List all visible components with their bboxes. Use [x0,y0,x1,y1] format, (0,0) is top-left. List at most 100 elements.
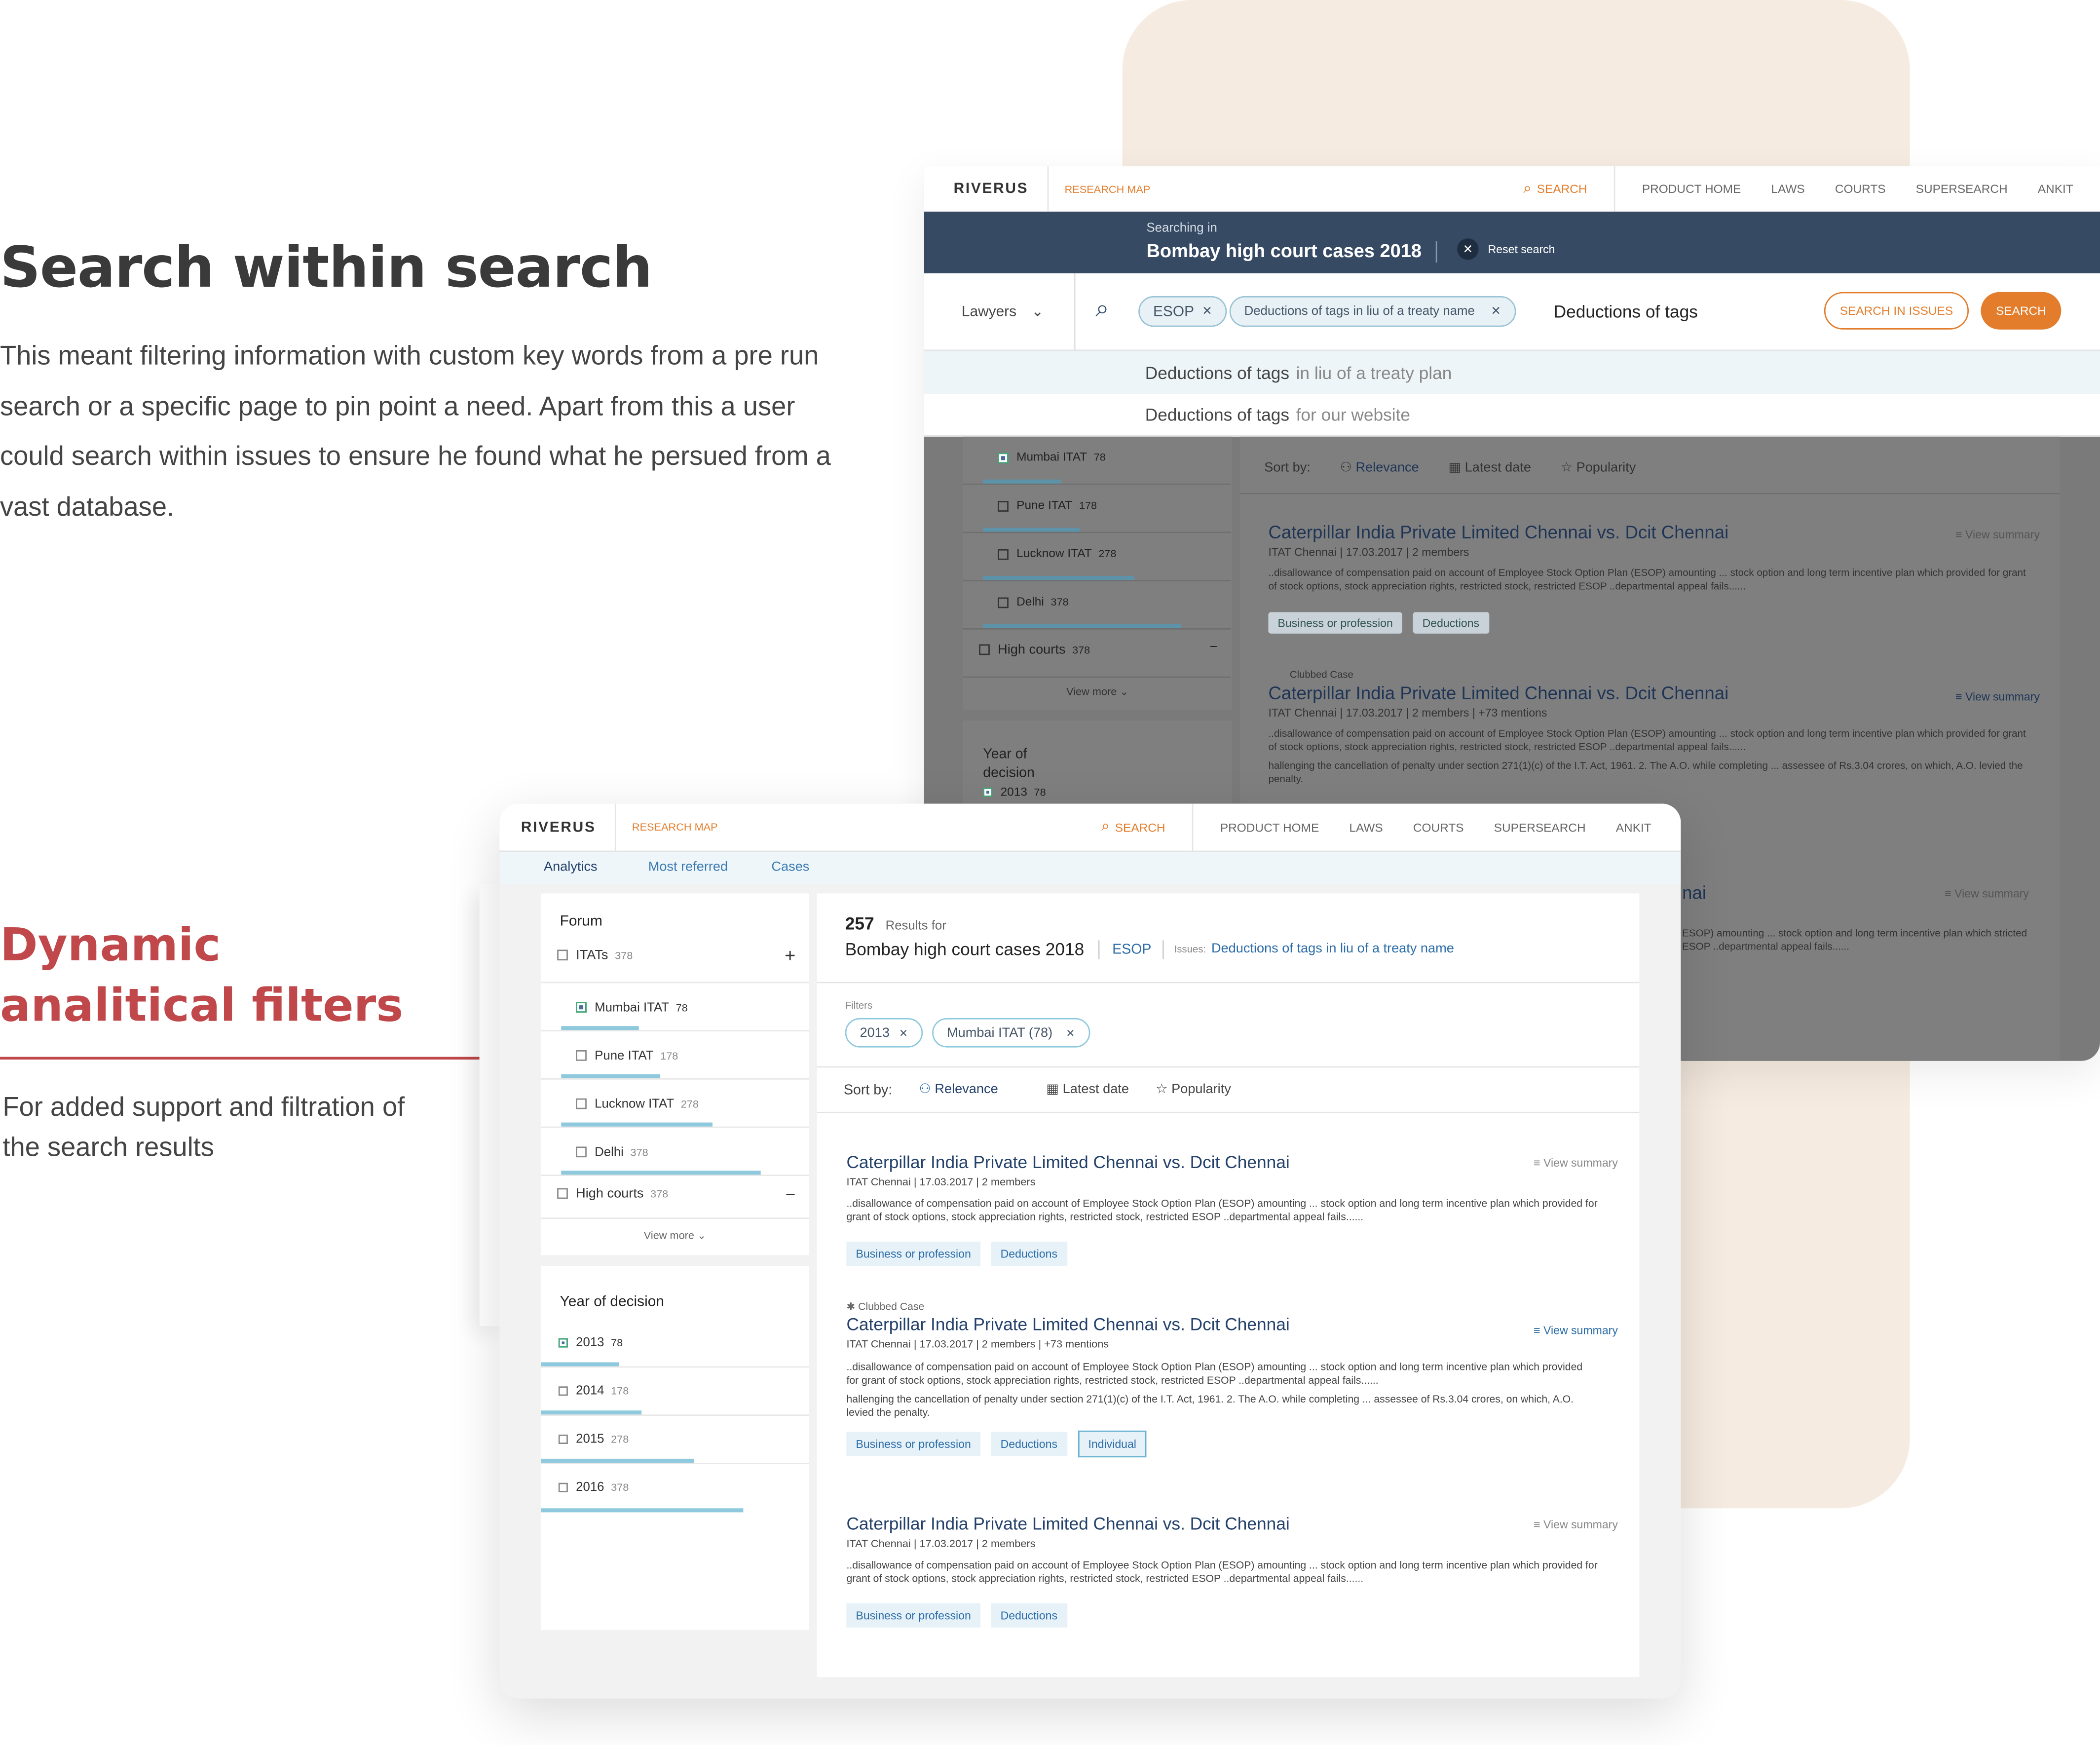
nav-courts[interactable]: COURTS [1413,821,1464,834]
tag-deductions[interactable]: Deductions [991,1242,1067,1266]
year-row[interactable]: 2013 78 [541,1320,809,1368]
active-filter-chip[interactable]: 2013 ✕ [845,1018,923,1048]
nav-search[interactable]: SEARCH [1115,821,1165,834]
checkbox[interactable] [557,1188,568,1200]
active-filter-chip[interactable]: Mumbai ITAT (78) ✕ [932,1018,1090,1048]
lawyers-dropdown[interactable]: Lawyers ⌄ [962,303,1044,320]
search-button[interactable]: SEARCH [1981,292,2062,330]
close-icon[interactable]: ✕ [1457,238,1479,260]
filter-row[interactable]: Pune ITAT 178 [541,1031,809,1080]
tag-deductions[interactable]: Deductions [1413,612,1489,634]
nav-user[interactable]: ANKIT [2038,182,2073,195]
nav-product-home[interactable]: PRODUCT HOME [1220,821,1319,834]
collapse-icon[interactable]: − [786,1184,796,1204]
checkbox[interactable] [557,950,568,961]
sort-relevance[interactable]: ⚇ Relevance [919,1082,998,1099]
filter-row[interactable]: Lucknow ITAT 278 [963,533,1231,582]
checkbox[interactable] [979,645,990,656]
result-title-fragment[interactable]: nai [1682,883,1706,903]
checkbox[interactable] [576,1002,587,1014]
result-title[interactable]: Caterpillar India Private Limited Chenna… [1268,683,2039,703]
nav-research-map[interactable]: RESEARCH MAP [1065,183,1151,195]
esop-filter[interactable]: ESOP [1112,941,1151,957]
view-more-link[interactable]: View more ⌄ [541,1230,809,1242]
year-row[interactable]: 2016 378 [541,1464,809,1513]
nav-courts[interactable]: COURTS [1835,182,1886,195]
suggestion-item[interactable]: Deductions of tags in liu of a treaty pla… [924,351,2100,394]
result-item[interactable]: Caterpillar India Private Limited Chenna… [846,1152,1618,1266]
filter-row-itats[interactable]: ITATs 378 + [541,936,809,984]
view-summary-link[interactable]: ≡ View summary [1534,1517,1618,1531]
checkbox[interactable] [576,1147,587,1158]
riverus-logo[interactable]: RIVERUS [954,181,1029,197]
checkbox[interactable] [576,1051,587,1062]
filter-row-high-courts[interactable]: High courts 378 − [541,1176,809,1219]
close-icon[interactable]: ✕ [1202,304,1212,319]
year-row[interactable]: 2014 178 [541,1367,809,1416]
result-title[interactable]: Caterpillar India Private Limited Chenna… [846,1152,1617,1172]
checkbox[interactable] [558,1434,568,1444]
result-title[interactable]: Caterpillar India Private Limited Chenna… [1268,523,2039,543]
tag-business[interactable]: Business or profession [846,1432,980,1456]
checkbox[interactable] [998,452,1009,463]
nav-research-map[interactable]: RESEARCH MAP [632,821,718,833]
result-title[interactable]: Caterpillar India Private Limited Chenna… [846,1514,1617,1534]
reset-search-link[interactable]: Reset search [1488,242,1555,256]
checkbox[interactable] [558,1386,568,1396]
checkbox[interactable] [558,1482,568,1492]
suggestion-item[interactable]: Deductions of tags for our website [924,394,2100,437]
tab-cases[interactable]: Cases [771,860,809,875]
filter-row[interactable]: Pune ITAT 178 [963,485,1231,533]
checkbox[interactable] [576,1099,587,1110]
nav-user[interactable]: ANKIT [1616,821,1651,834]
filter-row-high-courts[interactable]: High courts 378 − [963,630,1231,678]
issues-value[interactable]: Deductions of tags in liu of a treaty na… [1211,942,1454,956]
sort-popularity[interactable]: ☆ Popularity [1156,1082,1231,1099]
filter-row[interactable]: Lucknow ITAT 278 [541,1080,809,1128]
tag-business[interactable]: Business or profession [1268,612,1402,634]
sort-popularity[interactable]: ☆ Popularity [1561,461,1636,476]
nav-search[interactable]: SEARCH [1537,182,1587,195]
tag-business[interactable]: Business or profession [846,1242,980,1266]
sort-latest-date[interactable]: ▦ Latest date [1448,461,1531,476]
close-icon[interactable]: ✕ [1491,304,1500,319]
search-icon[interactable]: ⌕ [1101,818,1110,835]
tag-deductions[interactable]: Deductions [991,1432,1067,1456]
nav-laws[interactable]: LAWS [1349,821,1383,834]
filter-row[interactable]: Mumbai ITAT 78 [541,983,809,1032]
expand-icon[interactable]: + [785,945,795,966]
view-summary-link[interactable]: ≡ View summary [1534,1156,1618,1169]
tab-most-referred[interactable]: Most referred [648,860,728,875]
nav-supersearch[interactable]: SUPERSEARCH [1916,182,2008,195]
result-item[interactable]: Caterpillar India Private Limited Chenna… [1268,523,2040,634]
view-more-link[interactable]: View more ⌄ [963,686,1233,698]
view-summary-link[interactable]: ≡ View summary [1955,528,2040,541]
checkbox[interactable] [983,788,993,797]
filter-row[interactable]: Delhi 378 [963,581,1231,630]
nav-laws[interactable]: LAWS [1771,182,1804,195]
checkbox[interactable] [998,548,1009,560]
tag-deductions[interactable]: Deductions [991,1603,1067,1628]
filter-row[interactable]: Mumbai ITAT 78 [963,437,1231,485]
filter-row[interactable]: Delhi 378 [541,1128,809,1176]
year-row[interactable]: 2015 278 [541,1416,809,1464]
collapse-icon[interactable]: − [1209,640,1217,655]
result-item-clubbed[interactable]: Clubbed Case Caterpillar India Private L… [1268,668,2039,786]
year-2013-row[interactable]: 2013 78 [983,785,1046,798]
checkbox[interactable] [998,500,1009,511]
search-chip-esop[interactable]: ESOP ✕ [1138,296,1227,327]
close-icon[interactable]: ✕ [899,1027,908,1039]
result-title[interactable]: Caterpillar India Private Limited Chenna… [846,1314,1617,1334]
close-icon[interactable]: ✕ [1066,1027,1075,1039]
tag-business[interactable]: Business or profession [846,1603,980,1628]
search-query-input[interactable]: Deductions of tags [1554,302,1698,322]
riverus-logo[interactable]: RIVERUS [521,819,596,835]
tab-analytics[interactable]: Analytics [544,860,598,875]
search-icon[interactable]: ⌕ [1523,180,1532,197]
tag-individual[interactable]: Individual [1077,1430,1147,1458]
search-chip-issue[interactable]: Deductions of tags in liu of a treaty na… [1229,296,1516,327]
view-summary-link[interactable]: ≡ View summary [1534,1324,1618,1337]
view-summary-link[interactable]: ≡ View summary [1945,887,2029,900]
search-in-issues-button[interactable]: SEARCH IN ISSUES [1824,292,1969,330]
sort-relevance[interactable]: ⚇ Relevance [1340,461,1419,476]
